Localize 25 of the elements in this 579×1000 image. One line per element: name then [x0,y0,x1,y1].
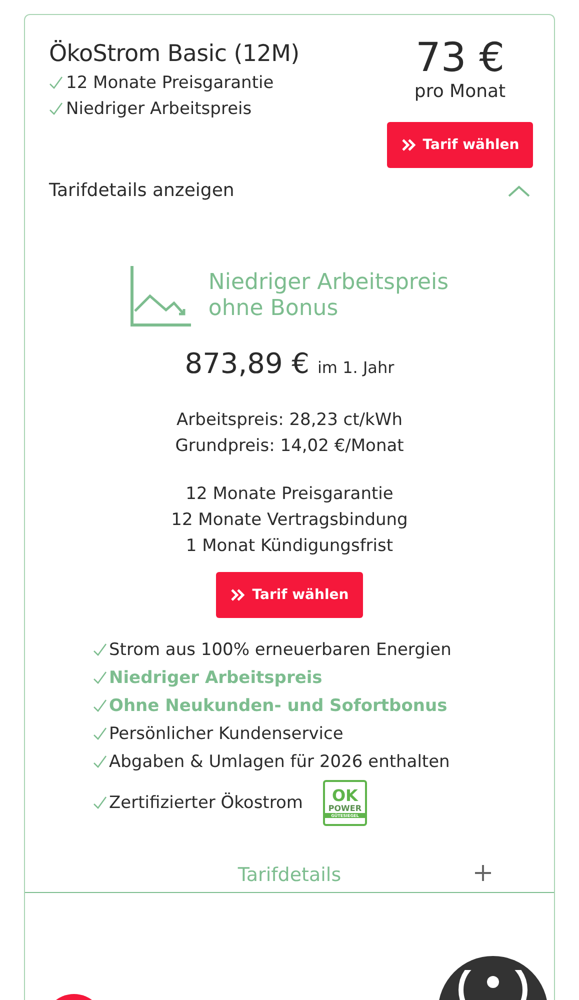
choose-tariff-button[interactable]: Tarif wählen [386,122,534,168]
feature-text: Ohne Neukunden- und Sofortbonus [109,696,448,716]
tariff-headline: Niedriger Arbeitspreis ohne Bonus [208,270,449,322]
seal-text: OK [332,788,358,804]
seal-text: POWER [328,804,362,813]
term-line: 1 Monat Kündigungsfrist [186,536,394,556]
term-line: 12 Monate Preisgarantie [186,484,394,504]
feature-text: Zertifizierter Ökostrom [109,793,303,813]
term-line: 12 Monate Vertragsbindung [171,510,408,530]
feature-text: Strom aus 100% erneuerbaren Energien [109,640,452,660]
monthly-price: 73 € [415,35,505,81]
section-toggle[interactable]: Tarifdetails [238,864,342,886]
highlight-text: Niedriger Arbeitspreis [66,99,252,119]
feature-text: Abgaben & Umlagen für 2026 enthalten [109,752,450,772]
feature-text: Persönlicher Kundenservice [109,724,344,744]
feature-text: Niedriger Arbeitspreis [109,668,322,688]
annual-note: im 1. Jahr [317,358,394,377]
details-toggle[interactable]: Tarifdetails anzeigen [49,180,234,201]
annual-price: 873,89 € [184,347,310,380]
price-line: Arbeitspreis: 28,23 ct/kWh [176,410,402,430]
price-line: Grundpreis: 14,02 €/Monat [175,436,404,456]
price-unit: pro Monat [414,81,506,102]
choose-tariff-button[interactable]: Tarif wählen [216,572,363,618]
highlight-text: 12 Monate Preisgarantie [66,73,274,93]
tariff-name: ÖkoStrom Basic (12M) [49,41,300,67]
